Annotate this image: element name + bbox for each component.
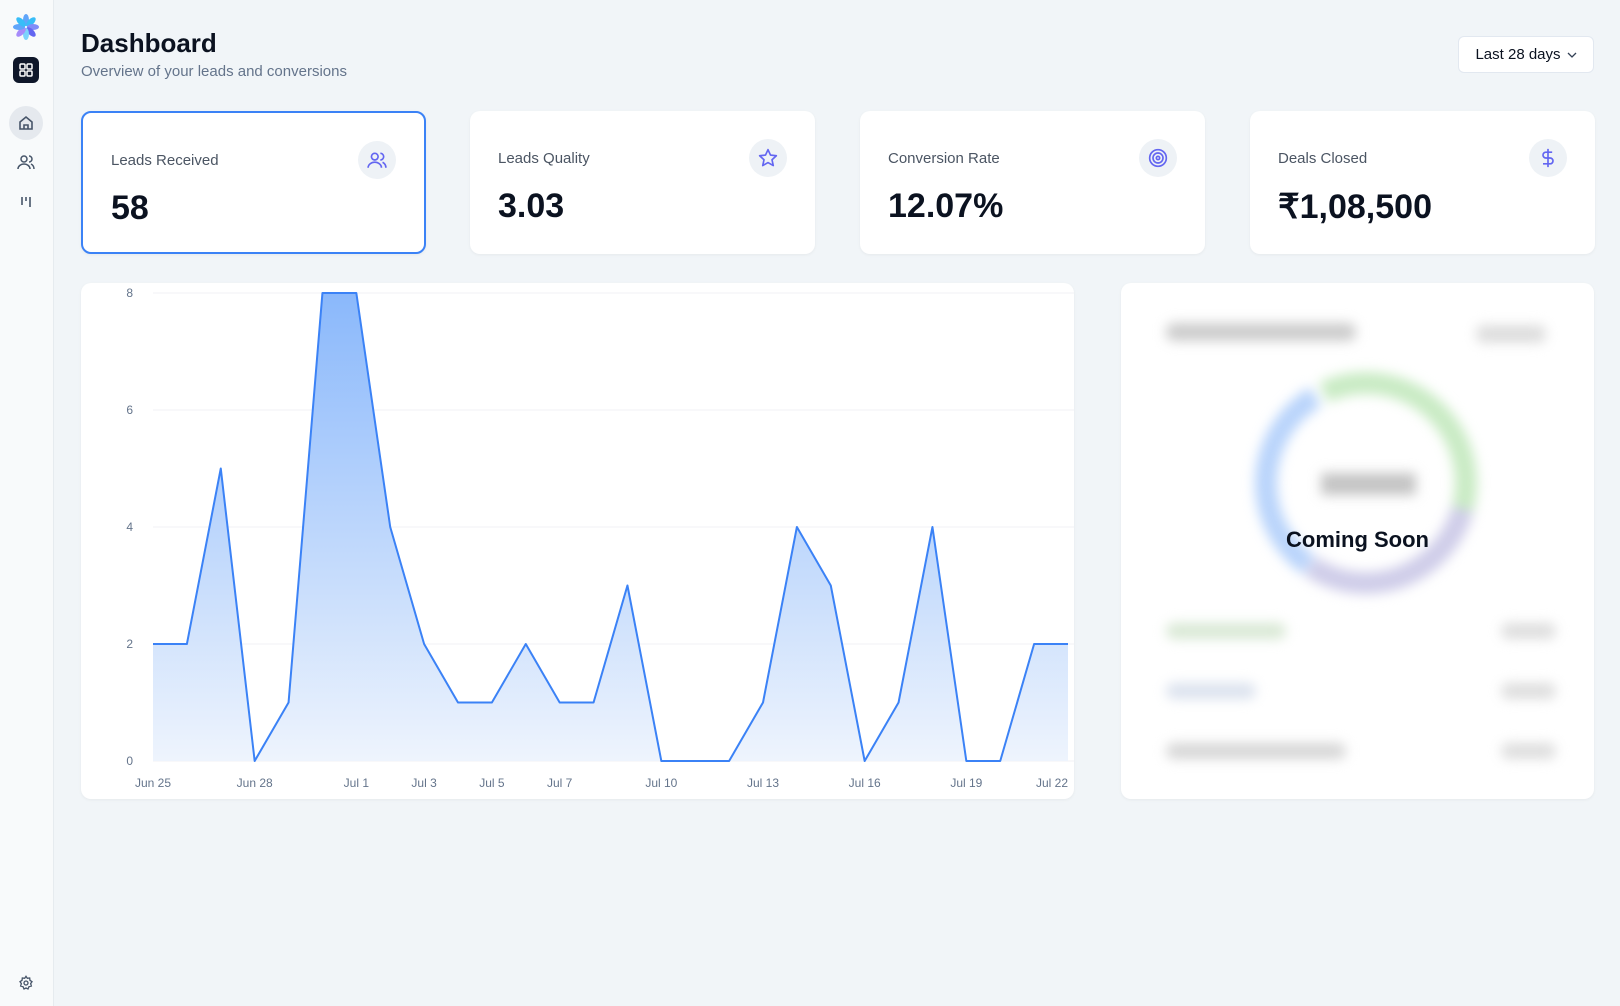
- grid-icon: [13, 57, 39, 83]
- kanban-icon: [21, 197, 31, 207]
- blurred-legend-row: [1166, 743, 1346, 759]
- card-conversion-rate[interactable]: Conversion Rate 12.07%: [860, 111, 1205, 254]
- card-deals-closed[interactable]: Deals Closed ₹1,08,500: [1250, 111, 1595, 254]
- blurred-legend-value: [1501, 683, 1556, 699]
- x-tick-label: Jul 5: [479, 776, 505, 790]
- dollar-icon: [1529, 139, 1567, 177]
- sidebar-item-settings[interactable]: [9, 966, 43, 1000]
- date-range-label: Last 28 days: [1475, 46, 1561, 63]
- sidebar-item-kanban[interactable]: [9, 185, 43, 219]
- x-tick-label: Jul 3: [411, 776, 437, 790]
- coming-soon-panel: Coming Soon: [1121, 283, 1594, 799]
- sidebar: [0, 0, 54, 1006]
- leads-area-chart: 0 2 4 6 8 Jun 25 Jun 28 Jul 1 Jul 3 Jul 5 Jul 7 Jul…: [126, 286, 1074, 790]
- blurred-legend-row: [1166, 683, 1256, 699]
- card-value: ₹1,08,500: [1278, 188, 1432, 226]
- x-tick-label: Jun 28: [237, 776, 273, 790]
- sidebar-item-home[interactable]: [9, 106, 43, 140]
- users-icon: [17, 155, 35, 170]
- coming-soon-label: Coming Soon: [1286, 527, 1429, 552]
- blurred-legend-value: [1501, 743, 1556, 759]
- date-range-select[interactable]: Last 28 days: [1458, 36, 1594, 73]
- leads-chart-card: 0 2 4 6 8 Jun 25 Jun 28 Jul 1 Jul 3 Jul 5 Jul 7 Jul…: [81, 283, 1074, 799]
- x-tick-label: Jul 19: [950, 776, 982, 790]
- card-leads-received[interactable]: Leads Received 58: [81, 111, 426, 254]
- blurred-title: [1166, 323, 1356, 341]
- card-label: Deals Closed: [1278, 150, 1368, 167]
- blurred-legend-row: [1166, 623, 1286, 639]
- x-tick-label: Jul 16: [849, 776, 881, 790]
- blurred-legend-value: [1501, 623, 1556, 639]
- logo-flower-icon[interactable]: [9, 10, 43, 44]
- card-value: 12.07%: [888, 187, 1004, 225]
- star-icon: [749, 139, 787, 177]
- card-label: Conversion Rate: [888, 150, 1000, 167]
- page-title: Dashboard: [81, 28, 217, 58]
- x-tick-label: Jul 13: [747, 776, 779, 790]
- x-tick-label: Jun 25: [135, 776, 171, 790]
- target-icon: [1139, 139, 1177, 177]
- card-value: 3.03: [498, 187, 565, 225]
- x-tick-label: Jul 1: [344, 776, 370, 790]
- users-icon: [358, 141, 396, 179]
- card-label: Leads Received: [111, 152, 219, 169]
- card-leads-quality[interactable]: Leads Quality 3.03: [470, 111, 815, 254]
- y-tick-label: 2: [126, 637, 133, 651]
- card-value: 58: [111, 189, 149, 227]
- x-tick-label: Jul 22: [1036, 776, 1068, 790]
- sidebar-item-users[interactable]: [9, 145, 43, 179]
- x-tick-label: Jul 10: [645, 776, 677, 790]
- y-tick-label: 0: [126, 754, 133, 768]
- card-label: Leads Quality: [498, 150, 590, 167]
- grid-button[interactable]: [9, 53, 43, 87]
- y-tick-label: 4: [126, 520, 133, 534]
- x-tick-label: Jul 7: [547, 776, 573, 790]
- page-subtitle: Overview of your leads and conversions: [81, 63, 347, 80]
- chevron-down-icon: [1567, 52, 1576, 58]
- y-tick-label: 8: [126, 286, 133, 300]
- blurred-donut: [1255, 371, 1477, 594]
- blurred-select: [1476, 325, 1546, 343]
- home-icon: [19, 115, 33, 130]
- gear-icon: [19, 975, 33, 990]
- y-tick-label: 6: [126, 403, 133, 417]
